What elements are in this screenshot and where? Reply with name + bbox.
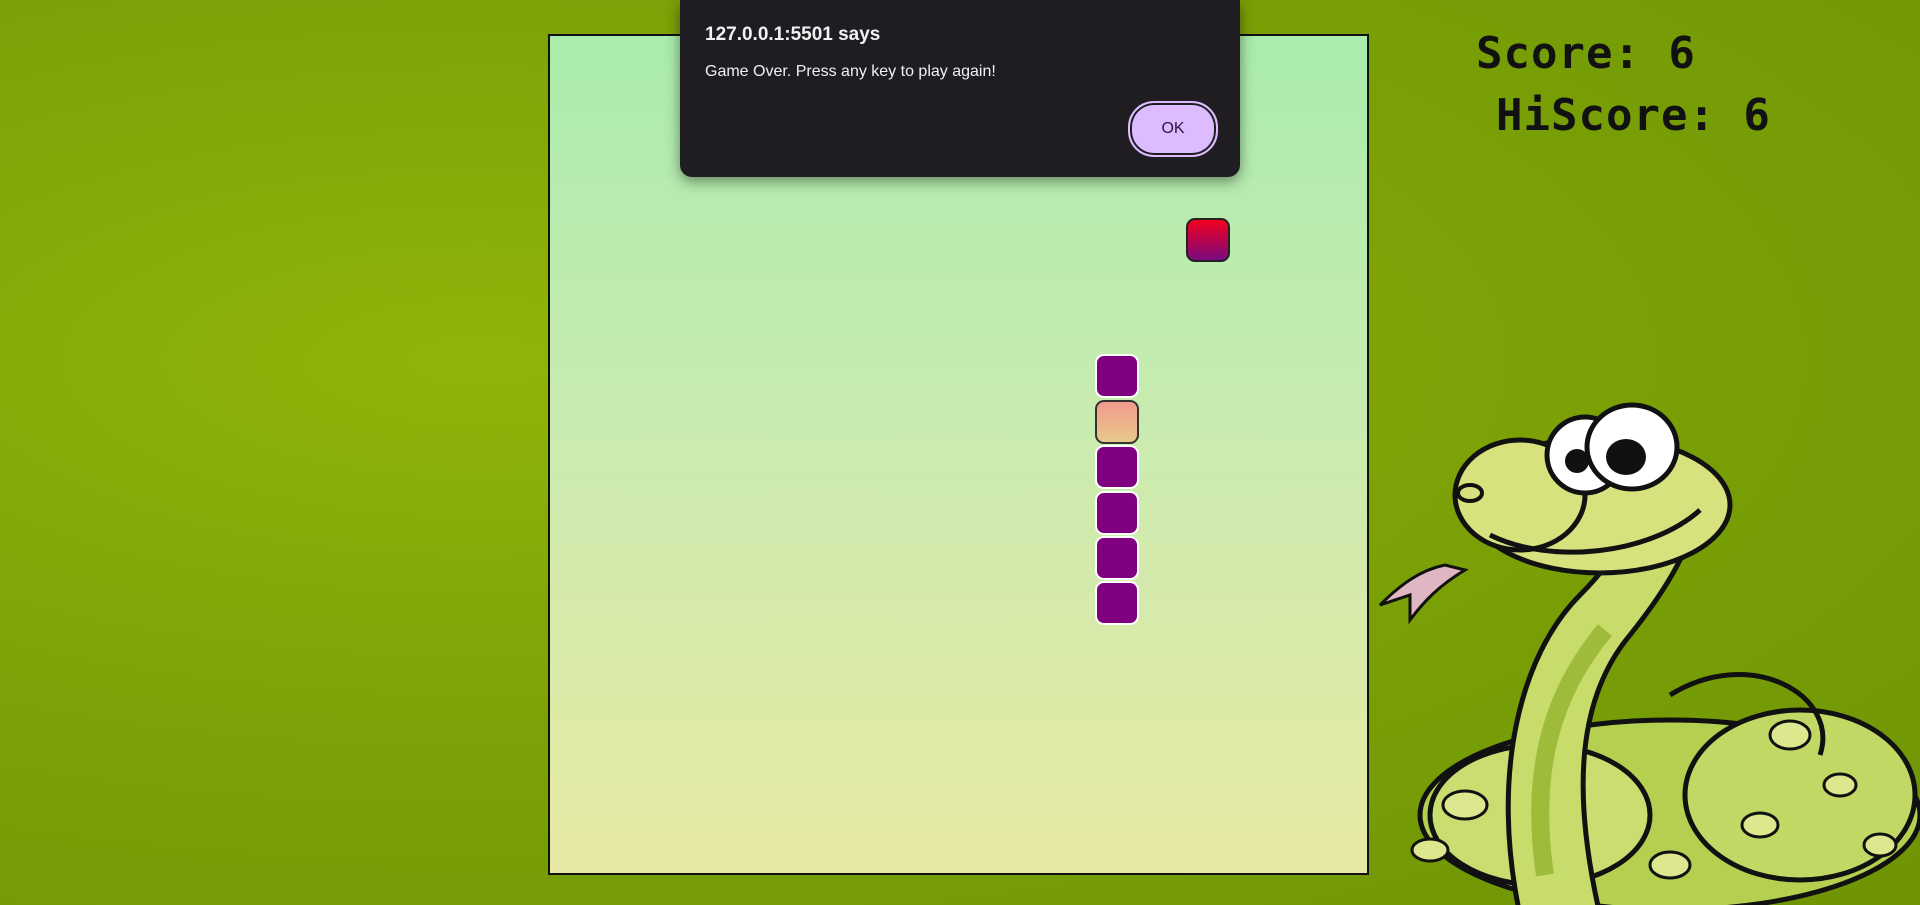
food-item (1186, 218, 1231, 263)
snake-head (1095, 399, 1140, 444)
cartoon-snake-icon (1378, 402, 1920, 905)
ok-button[interactable]: OK (1128, 101, 1218, 157)
snake-segment (1095, 490, 1140, 535)
dialog-title: 127.0.0.1:5501 says (705, 24, 881, 45)
snake-segment (1095, 581, 1140, 626)
score-display: Score: 6 (1476, 28, 1696, 79)
hiscore-display: HiScore: 6 (1496, 90, 1771, 141)
snake-segment (1095, 535, 1140, 580)
snake-segment (1095, 354, 1140, 399)
alert-dialog: 127.0.0.1:5501 says Game Over. Press any… (680, 0, 1240, 177)
snake-segment (1095, 445, 1140, 490)
dialog-message: Game Over. Press any key to play again! (705, 63, 996, 80)
